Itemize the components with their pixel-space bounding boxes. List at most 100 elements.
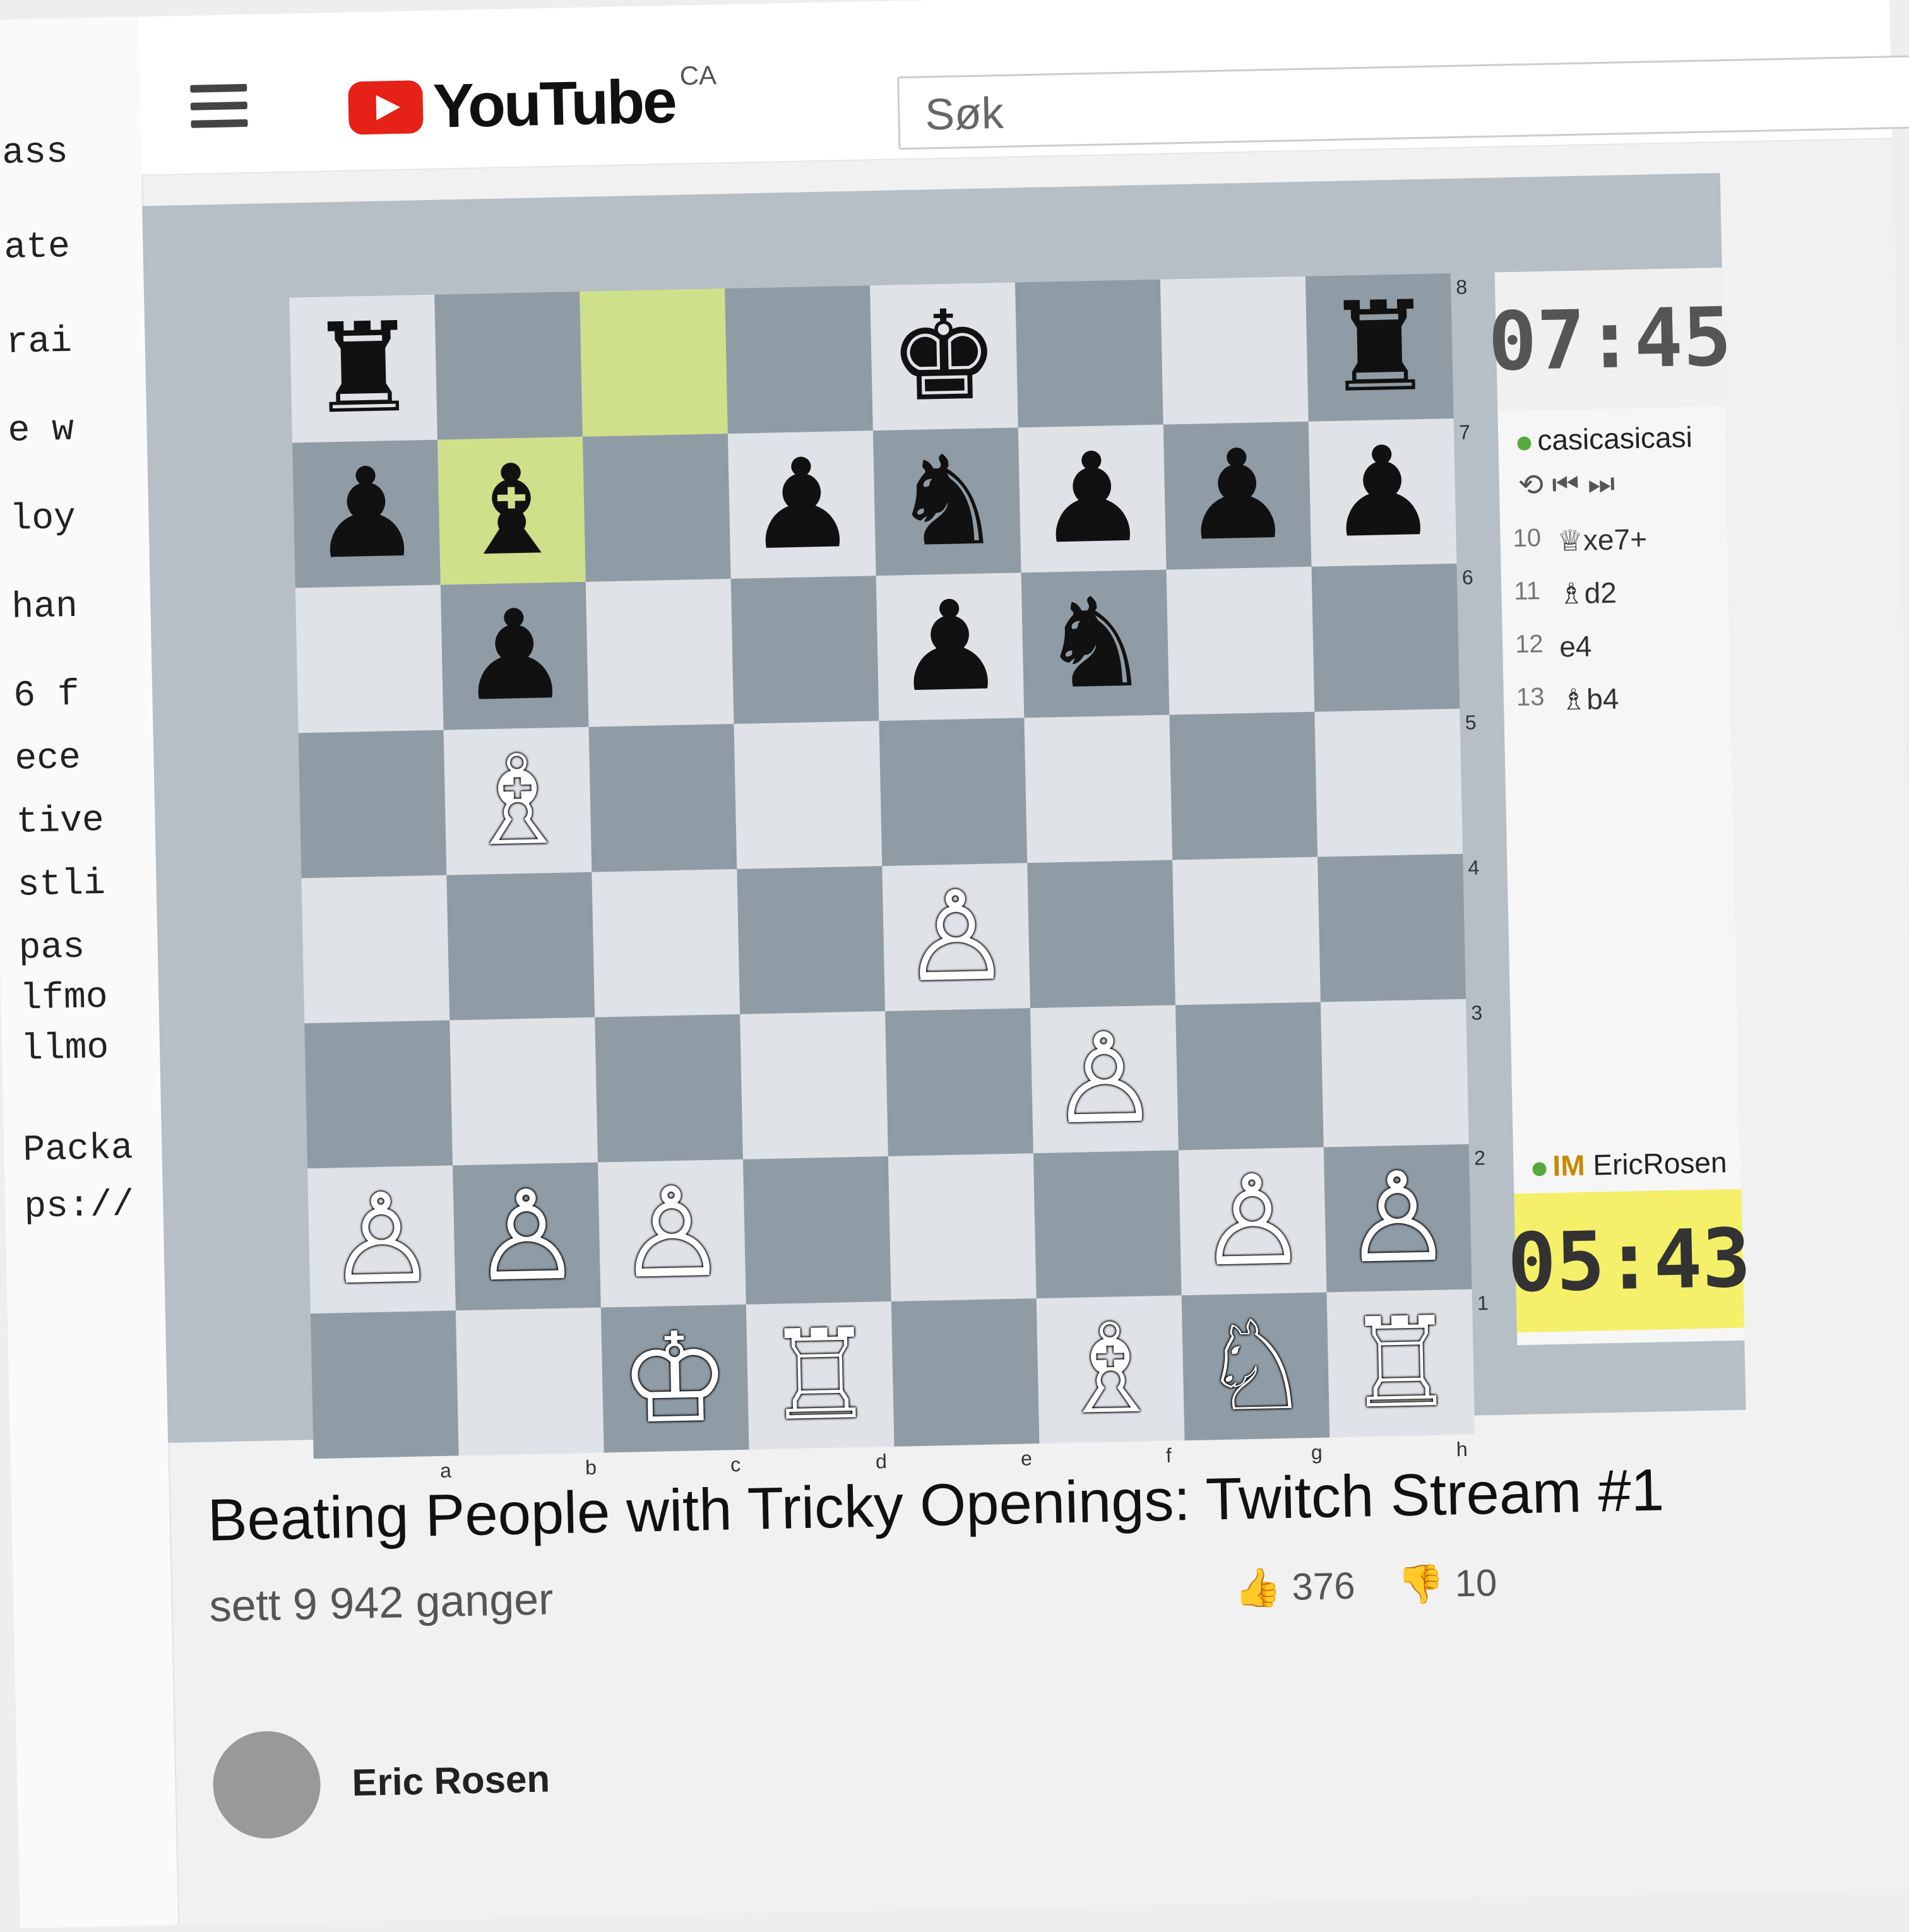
code-fragment: pas [18,927,85,969]
square-d2[interactable] [742,1156,891,1305]
piece-d1[interactable]: ♖ [746,1301,895,1450]
screen: YouTube CA Søk ♜ ♚ ♜ ♟ ♝ ♟ ♞ ♟ ♟ ♟ ♟ ♟ ♞ ♗ ♙ ♙ ♙ ♙ ♙ ♙ ♙ ♔ ♖ ♗ ♘… [0,0,1909,1929]
search-placeholder: Søk [924,88,1004,139]
square-b4[interactable] [446,872,595,1021]
player-name: IM EricRosen [1532,1145,1727,1183]
square-c3[interactable] [595,1014,743,1163]
player-title: IM [1552,1148,1586,1182]
piece-c2[interactable]: ♙ [598,1159,746,1308]
youtube-header: YouTube CA Søk [138,0,1909,176]
move-controls[interactable]: ⟲ ⏮ ⏭ [1518,466,1615,504]
code-fragment: ece [14,737,81,780]
square-f4[interactable] [1027,860,1176,1009]
square-d8[interactable] [725,285,873,434]
square-b3[interactable] [449,1017,598,1166]
file-label: b [585,1455,597,1479]
opponent-name: casicasicasi [1517,420,1692,458]
square-g8[interactable] [1160,276,1309,425]
square-d3[interactable] [740,1011,888,1159]
piece-g7[interactable]: ♟ [1163,422,1312,570]
piece-g1[interactable]: ♘ [1182,1293,1330,1441]
square-g3[interactable] [1175,1002,1324,1151]
square-f8[interactable] [1014,279,1163,428]
piece-b7[interactable]: ♝ [437,437,586,585]
move-row[interactable]: 13 ♗b4 [1516,679,1718,718]
piece-f1[interactable]: ♗ [1037,1295,1185,1443]
piece-b2[interactable]: ♙ [453,1163,601,1311]
square-g4[interactable] [1172,856,1321,1005]
square-e3[interactable] [885,1008,1033,1157]
square-c4[interactable] [592,868,740,1017]
channel-name[interactable]: Eric Rosen [352,1757,550,1805]
square-g5[interactable] [1169,711,1318,860]
square-d6[interactable] [730,576,879,724]
piece-e6[interactable]: ♟ [876,572,1025,721]
square-f2[interactable] [1033,1150,1182,1299]
file-label: a [439,1459,452,1482]
player-clock: 05:43 [1506,1188,1752,1333]
file-label: c [730,1453,741,1476]
piece-e8[interactable]: ♚ [870,283,1018,431]
rank-label: 6 [1461,566,1474,589]
square-g6[interactable] [1166,566,1315,715]
piece-e4[interactable]: ♙ [882,863,1030,1011]
piece-a8[interactable]: ♜ [289,295,437,443]
square-h6[interactable] [1311,563,1460,712]
piece-f3[interactable]: ♙ [1030,1005,1179,1153]
square-c6[interactable] [585,579,734,727]
square-h4[interactable] [1317,853,1466,1002]
square-c7[interactable] [582,434,731,582]
video-player[interactable]: ♜ ♚ ♜ ♟ ♝ ♟ ♞ ♟ ♟ ♟ ♟ ♟ ♞ ♗ ♙ ♙ ♙ ♙ ♙ ♙ ♙ ♔ ♖ ♗ ♘ ♖ a b c d e f g h 8 7 6 5 4 3… [142,173,1752,1482]
piece-c1[interactable]: ♔ [601,1305,749,1453]
piece-h1[interactable]: ♖ [1327,1289,1475,1438]
search-input[interactable]: Søk [897,55,1909,150]
piece-a2[interactable]: ♙ [307,1165,456,1313]
piece-d7[interactable]: ♟ [728,430,876,579]
square-d5[interactable] [734,721,883,869]
move-row[interactable]: 11 ♗d2 [1514,573,1716,612]
piece-f7[interactable]: ♟ [1018,425,1167,573]
country-code: CA [679,59,717,91]
opponent-name-text: casicasicasi [1537,420,1693,457]
piece-e7[interactable]: ♞ [873,427,1021,576]
square-a1[interactable] [310,1310,459,1459]
piece-f6[interactable]: ♞ [1021,570,1170,718]
logo-text: YouTube [432,66,676,141]
square-a6[interactable] [295,584,444,733]
square-a5[interactable] [298,730,447,879]
square-e1[interactable] [891,1298,1040,1447]
piece-g2[interactable]: ♙ [1179,1147,1327,1296]
code-fragment: ate [3,226,71,270]
piece-h8[interactable]: ♜ [1305,273,1454,422]
online-dot-icon [1517,436,1531,451]
move-row[interactable]: 10 ♕xe7+ [1513,520,1715,559]
piece-h7[interactable]: ♟ [1309,418,1457,567]
square-h3[interactable] [1320,999,1469,1147]
thumbs-up-icon[interactable]: 👍 [1234,1566,1282,1609]
square-h5[interactable] [1314,708,1463,857]
code-fragment: llmo [20,1027,109,1070]
move-san: ♕xe7+ [1557,522,1648,557]
square-a3[interactable] [304,1020,453,1169]
square-b1[interactable] [455,1307,604,1456]
code-fragment: han [11,586,78,629]
hamburger-icon[interactable] [190,83,248,138]
square-b8[interactable] [434,291,583,440]
square-c8[interactable] [580,288,728,437]
square-e5[interactable] [879,718,1028,867]
square-f5[interactable] [1024,714,1173,863]
piece-b5[interactable]: ♗ [444,727,592,875]
piece-b6[interactable]: ♟ [441,582,589,730]
square-c5[interactable] [588,723,737,872]
move-row[interactable]: 12 e4 [1515,626,1718,665]
channel-avatar[interactable] [211,1730,322,1840]
code-fragment: 6 f [13,674,80,717]
youtube-logo[interactable]: YouTube CA [348,60,718,143]
square-a4[interactable] [301,875,450,1024]
square-e2[interactable] [888,1153,1037,1301]
piece-h2[interactable]: ♙ [1324,1144,1472,1293]
thumbs-down-icon[interactable]: 👎 [1396,1563,1444,1606]
view-count: sett 9 942 ganger [208,1574,554,1631]
square-d4[interactable] [737,866,886,1014]
piece-a7[interactable]: ♟ [292,440,441,588]
